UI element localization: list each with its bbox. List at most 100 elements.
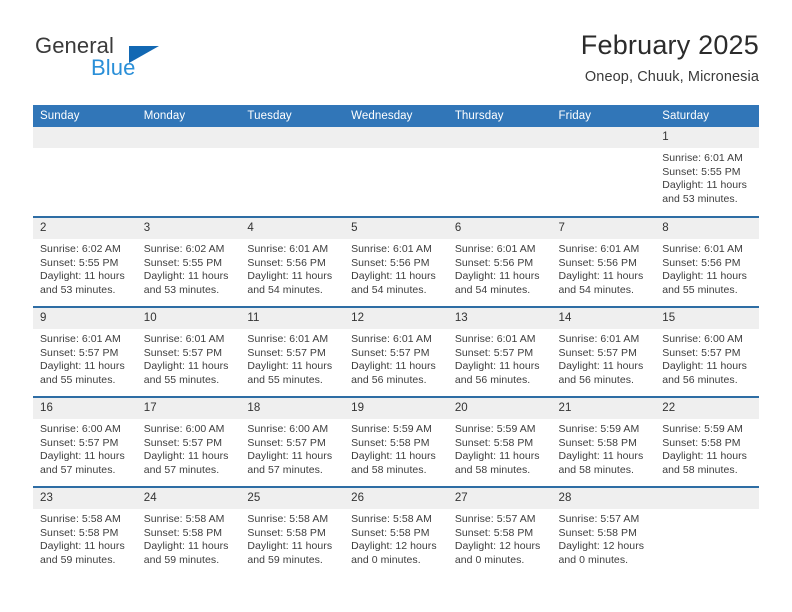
calendar-day-cell[interactable]: 9 Sunrise: 6:01 AM Sunset: 5:57 PM Daylight…	[33, 306, 137, 397]
sunset-time: Sunset: 5:58 PM	[558, 436, 637, 449]
calendar-day-cell[interactable]: 22 Sunrise: 5:59 AM Sunset: 5:58 PM Dayligh…	[655, 396, 759, 487]
daylight-duration-line2: and 56 minutes.	[454, 373, 531, 386]
day-cell-inner: 15 Sunrise: 6:00 AM Sunset: 5:57 PM Dayligh…	[655, 308, 759, 396]
calendar-day-cell[interactable]: 16 Sunrise: 6:00 AM Sunset: 5:57 PM Dayligh…	[33, 396, 137, 487]
calendar-day-cell[interactable]: 8 Sunrise: 6:01 AM Sunset: 5:56 PM Daylight…	[655, 216, 759, 307]
calendar-day-cell[interactable]: 11 Sunrise: 6:01 AM Sunset: 5:57 PM Dayligh…	[240, 306, 345, 397]
day-details: Sunrise: 5:57 AM Sunset: 5:58 PM Daylight:…	[552, 509, 656, 567]
daylight-duration-line2: and 56 minutes.	[662, 373, 738, 386]
calendar-day-cell[interactable]: 23 Sunrise: 5:58 AM Sunset: 5:58 PM Dayligh…	[33, 486, 137, 577]
sunrise-time: Sunrise: 6:00 AM	[143, 423, 225, 435]
calendar-day-cell[interactable]: 18 Sunrise: 6:00 AM Sunset: 5:57 PM Dayligh…	[240, 396, 345, 487]
calendar-day-cell[interactable]: 27 Sunrise: 5:57 AM Sunset: 5:58 PM Dayligh…	[447, 486, 552, 577]
calendar-day-cell[interactable]: 12 Sunrise: 6:01 AM Sunset: 5:57 PM Dayligh…	[344, 306, 448, 397]
day-details: Sunrise: 6:01 AM Sunset: 5:57 PM Daylight:…	[240, 329, 344, 387]
daylight-duration-line2: and 55 minutes.	[247, 373, 323, 386]
sunrise-time: Sunrise: 6:01 AM	[558, 333, 640, 345]
calendar-day-cell[interactable]: 24 Sunrise: 5:58 AM Sunset: 5:58 PM Dayligh…	[136, 486, 241, 577]
calendar-page: General Blue February 2025 Oneop, Chuuk,…	[0, 0, 792, 612]
sunset-time: Sunset: 5:56 PM	[558, 256, 637, 269]
sunrise-time: Sunrise: 6:01 AM	[454, 333, 536, 345]
day-number: 15	[655, 308, 759, 329]
sunrise-time: Sunrise: 6:01 AM	[247, 243, 329, 255]
weekday-header-friday: Friday	[551, 105, 656, 127]
sunrise-time: Sunrise: 5:58 AM	[40, 513, 121, 525]
sunrise-time: Sunrise: 6:01 AM	[662, 152, 743, 164]
sunset-time: Sunset: 5:56 PM	[662, 256, 741, 269]
day-number: 20	[447, 398, 552, 419]
calendar-week-row: 2 Sunrise: 6:02 AM Sunset: 5:55 PM Daylight…	[33, 216, 759, 307]
daylight-duration-line2: and 0 minutes.	[454, 553, 525, 566]
calendar-day-cell[interactable]: 21 Sunrise: 5:59 AM Sunset: 5:58 PM Dayligh…	[551, 396, 656, 487]
day-cell-inner: 22 Sunrise: 5:59 AM Sunset: 5:58 PM Dayligh…	[655, 398, 759, 486]
day-details: Sunrise: 6:01 AM Sunset: 5:56 PM Daylight:…	[655, 239, 759, 297]
page-subtitle: Oneop, Chuuk, Micronesia	[584, 69, 759, 85]
day-number	[551, 127, 656, 148]
day-details: Sunrise: 5:59 AM Sunset: 5:58 PM Daylight:…	[448, 419, 552, 477]
calendar-day-cell[interactable]: 20 Sunrise: 5:59 AM Sunset: 5:58 PM Dayligh…	[447, 396, 552, 487]
day-details: Sunrise: 6:00 AM Sunset: 5:57 PM Daylight:…	[655, 329, 759, 387]
daylight-duration-line1: Daylight: 11 hours	[40, 360, 125, 373]
calendar-day-cell-empty	[551, 127, 656, 217]
daylight-duration-line1: Daylight: 11 hours	[662, 270, 747, 283]
calendar-day-cell[interactable]: 1 Sunrise: 6:01 AM Sunset: 5:55 PM Daylight…	[655, 127, 759, 217]
sunrise-time: Sunrise: 6:01 AM	[247, 333, 329, 345]
daylight-duration-line2: and 59 minutes.	[247, 553, 323, 566]
calendar-day-cell[interactable]: 4 Sunrise: 6:01 AM Sunset: 5:56 PM Daylight…	[240, 216, 345, 307]
daylight-duration-line1: Daylight: 11 hours	[454, 360, 540, 373]
weekday-header-tuesday: Tuesday	[240, 105, 345, 127]
day-cell-inner: 25 Sunrise: 5:58 AM Sunset: 5:58 PM Dayligh…	[240, 488, 345, 577]
sunrise-time: Sunrise: 6:02 AM	[143, 243, 225, 255]
sunset-time: Sunset: 5:58 PM	[454, 526, 534, 539]
day-details: Sunrise: 5:57 AM Sunset: 5:58 PM Daylight:…	[448, 509, 552, 567]
calendar-day-cell[interactable]: 26 Sunrise: 5:58 AM Sunset: 5:58 PM Dayligh…	[344, 486, 448, 577]
calendar-day-cell[interactable]: 14 Sunrise: 6:01 AM Sunset: 5:57 PM Dayligh…	[551, 306, 656, 397]
calendar-day-cell[interactable]: 15 Sunrise: 6:00 AM Sunset: 5:57 PM Dayligh…	[655, 306, 759, 397]
day-number: 13	[447, 308, 552, 329]
day-number: 28	[551, 488, 656, 509]
day-cell-inner: 6 Sunrise: 6:01 AM Sunset: 5:56 PM Daylight…	[447, 218, 552, 306]
daylight-duration-line1: Daylight: 11 hours	[247, 360, 333, 373]
calendar-day-cell[interactable]: 7 Sunrise: 6:01 AM Sunset: 5:56 PM Daylight…	[551, 216, 656, 307]
calendar-day-cell[interactable]: 19 Sunrise: 5:59 AM Sunset: 5:58 PM Dayligh…	[344, 396, 448, 487]
calendar-day-cell[interactable]: 28 Sunrise: 5:57 AM Sunset: 5:58 PM Dayligh…	[551, 486, 656, 577]
day-number: 17	[136, 398, 241, 419]
daylight-duration-line2: and 54 minutes.	[351, 283, 427, 296]
calendar-day-cell[interactable]: 3 Sunrise: 6:02 AM Sunset: 5:55 PM Daylight…	[136, 216, 241, 307]
calendar-day-cell[interactable]: 13 Sunrise: 6:01 AM Sunset: 5:57 PM Dayligh…	[447, 306, 552, 397]
calendar-day-cell[interactable]: 2 Sunrise: 6:02 AM Sunset: 5:55 PM Daylight…	[33, 216, 137, 307]
sunset-time: Sunset: 5:58 PM	[351, 436, 430, 449]
calendar-day-cell[interactable]: 25 Sunrise: 5:58 AM Sunset: 5:58 PM Dayligh…	[240, 486, 345, 577]
day-cell-inner: 27 Sunrise: 5:57 AM Sunset: 5:58 PM Dayligh…	[447, 488, 552, 577]
calendar-day-cell[interactable]: 6 Sunrise: 6:01 AM Sunset: 5:56 PM Daylight…	[447, 216, 552, 307]
sunset-time: Sunset: 5:55 PM	[40, 256, 119, 269]
day-cell-inner	[33, 127, 137, 216]
weekday-header-thursday: Thursday	[447, 105, 552, 127]
day-cell-inner: 10 Sunrise: 6:01 AM Sunset: 5:57 PM Dayligh…	[136, 308, 241, 396]
day-cell-inner: 5 Sunrise: 6:01 AM Sunset: 5:56 PM Daylight…	[344, 218, 448, 306]
daylight-duration-line2: and 53 minutes.	[662, 192, 738, 205]
day-number: 21	[551, 398, 656, 419]
daylight-duration-line1: Daylight: 11 hours	[454, 270, 540, 283]
sunrise-time: Sunrise: 5:57 AM	[454, 513, 536, 525]
weekday-header-saturday: Saturday	[655, 105, 759, 127]
sunrise-time: Sunrise: 6:01 AM	[662, 243, 743, 255]
day-number: 24	[136, 488, 241, 509]
calendar-day-cell[interactable]: 10 Sunrise: 6:01 AM Sunset: 5:57 PM Dayligh…	[136, 306, 241, 397]
day-number: 4	[240, 218, 345, 239]
day-details: Sunrise: 5:58 AM Sunset: 5:58 PM Daylight:…	[344, 509, 448, 567]
daylight-duration-line1: Daylight: 11 hours	[40, 540, 125, 553]
daylight-duration-line1: Daylight: 11 hours	[662, 360, 747, 373]
daylight-duration-line2: and 55 minutes.	[662, 283, 738, 296]
sunrise-time: Sunrise: 6:01 AM	[40, 333, 121, 345]
day-cell-inner	[344, 127, 448, 216]
day-number: 8	[655, 218, 759, 239]
page-title: February 2025	[580, 30, 759, 60]
day-details: Sunrise: 6:01 AM Sunset: 5:56 PM Daylight:…	[240, 239, 344, 297]
day-number: 18	[240, 398, 345, 419]
daylight-duration-line2: and 0 minutes.	[558, 553, 629, 566]
calendar-day-cell[interactable]: 17 Sunrise: 6:00 AM Sunset: 5:57 PM Dayligh…	[136, 396, 241, 487]
calendar-day-cell[interactable]: 5 Sunrise: 6:01 AM Sunset: 5:56 PM Daylight…	[344, 216, 448, 307]
daylight-duration-line2: and 55 minutes.	[40, 373, 116, 386]
sunrise-time: Sunrise: 5:59 AM	[351, 423, 432, 435]
